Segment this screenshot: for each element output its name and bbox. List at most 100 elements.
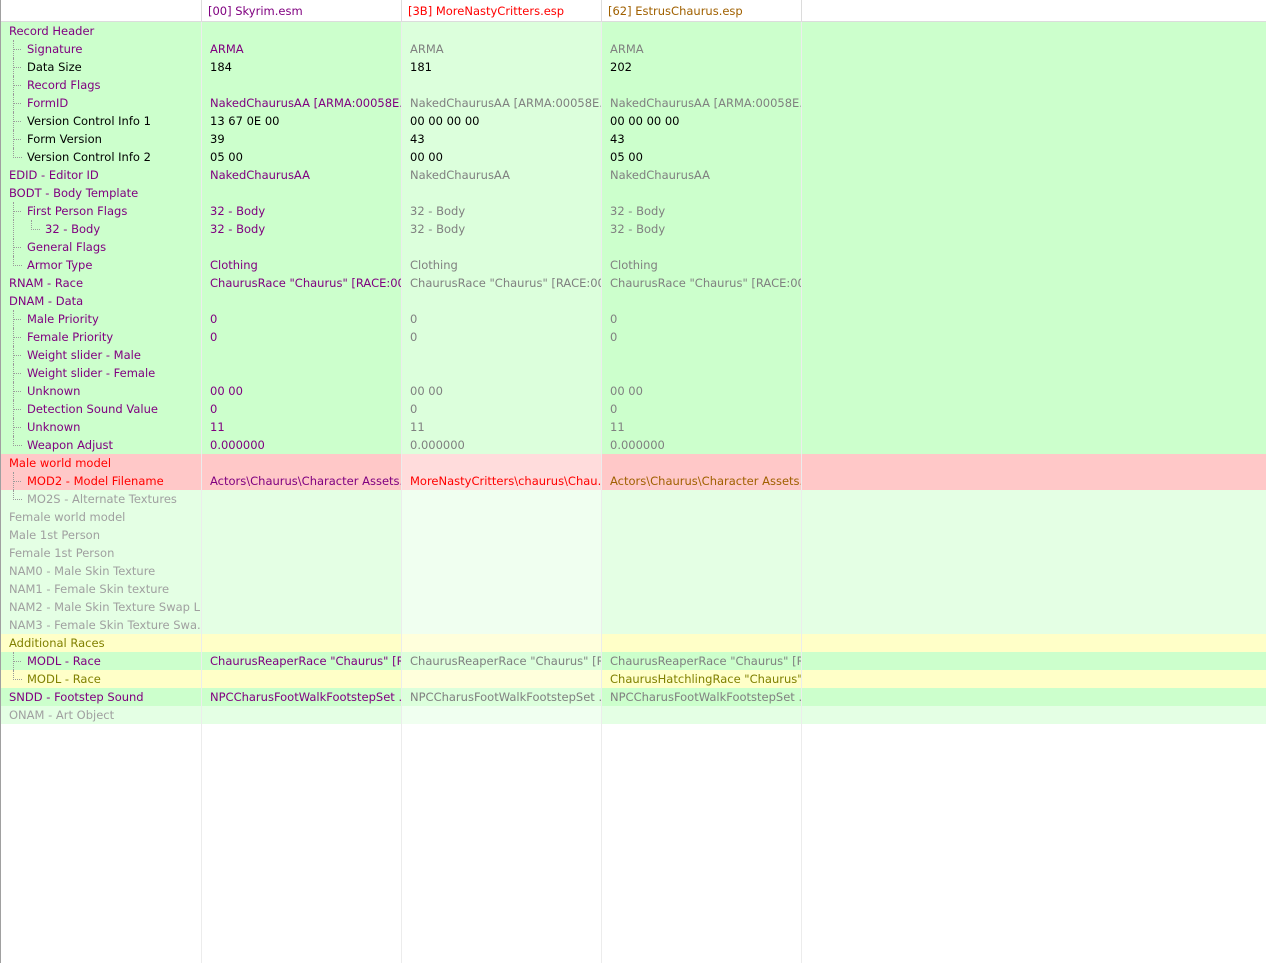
column-header-estruschaurus[interactable]: [62] EstrusChaurus.esp: [602, 0, 802, 22]
row-value[interactable]: [402, 22, 602, 40]
row-value[interactable]: 00 00: [402, 148, 602, 166]
row-value[interactable]: Clothing: [402, 256, 602, 274]
row-value[interactable]: [202, 508, 402, 526]
row-value[interactable]: [602, 490, 802, 508]
row-value[interactable]: Clothing: [202, 256, 402, 274]
row-value[interactable]: [402, 238, 602, 256]
row-value[interactable]: Actors\Chaurus\Character Assets...: [602, 472, 802, 490]
record-row[interactable]: Unknown 00 00 00 00 00 00: [1, 382, 1266, 400]
row-value[interactable]: NakedChaurusAA [ARMA:00058E...: [602, 94, 802, 112]
record-row[interactable]: Female world model: [1, 508, 1266, 526]
row-value[interactable]: [602, 76, 802, 94]
row-value[interactable]: [202, 562, 402, 580]
record-row[interactable]: Female 1st Person: [1, 544, 1266, 562]
row-value[interactable]: [402, 670, 602, 688]
record-row[interactable]: Male 1st Person: [1, 526, 1266, 544]
row-value[interactable]: Actors\Chaurus\Character Assets...: [202, 472, 402, 490]
row-value[interactable]: [202, 292, 402, 310]
row-value[interactable]: NakedChaurusAA: [602, 166, 802, 184]
row-value[interactable]: [602, 22, 802, 40]
record-row[interactable]: NAM3 - Female Skin Texture Swa...: [1, 616, 1266, 634]
record-row[interactable]: Form Version 39 43 43: [1, 130, 1266, 148]
row-value[interactable]: [602, 508, 802, 526]
row-value[interactable]: 32 - Body: [202, 220, 402, 238]
record-row[interactable]: Unknown 11 11 11: [1, 418, 1266, 436]
row-value[interactable]: [202, 238, 402, 256]
row-value[interactable]: [202, 670, 402, 688]
row-value[interactable]: [402, 616, 602, 634]
row-value[interactable]: NPCCharusFootWalkFootstepSet ...: [402, 688, 602, 706]
row-value[interactable]: Clothing: [602, 256, 802, 274]
row-value[interactable]: 05 00: [202, 148, 402, 166]
row-value[interactable]: [402, 562, 602, 580]
row-value[interactable]: [202, 634, 402, 652]
row-value[interactable]: [402, 508, 602, 526]
record-row[interactable]: DNAM - Data: [1, 292, 1266, 310]
row-value[interactable]: 00 00: [602, 382, 802, 400]
row-value[interactable]: [202, 22, 402, 40]
record-row[interactable]: Record Header: [1, 22, 1266, 40]
row-value[interactable]: [202, 364, 402, 382]
row-value[interactable]: [402, 454, 602, 472]
record-row[interactable]: First Person Flags 32 - Body 32 - Body 32 -…: [1, 202, 1266, 220]
record-row[interactable]: BODT - Body Template: [1, 184, 1266, 202]
row-value[interactable]: [602, 526, 802, 544]
record-row[interactable]: ONAM - Art Object: [1, 706, 1266, 724]
row-value[interactable]: [202, 706, 402, 724]
row-value[interactable]: [202, 454, 402, 472]
row-value[interactable]: [602, 454, 802, 472]
record-row[interactable]: NAM2 - Male Skin Texture Swap L...: [1, 598, 1266, 616]
row-value[interactable]: 11: [402, 418, 602, 436]
row-value[interactable]: 0: [602, 310, 802, 328]
row-value[interactable]: [602, 580, 802, 598]
row-value[interactable]: 0.000000: [602, 436, 802, 454]
record-row[interactable]: MO2S - Alternate Textures: [1, 490, 1266, 508]
row-value[interactable]: MoreNastyCritters\chaurus\Chau...: [402, 472, 602, 490]
row-value[interactable]: ChaurusReaperRace "Chaurus" [R...: [402, 652, 602, 670]
record-row[interactable]: MOD2 - Model Filename Actors\Chaurus\Char…: [1, 472, 1266, 490]
row-value[interactable]: 181: [402, 58, 602, 76]
row-value[interactable]: [202, 526, 402, 544]
row-value[interactable]: NakedChaurusAA [ARMA:00058E...: [402, 94, 602, 112]
row-value[interactable]: ChaurusReaperRace "Chaurus" [R...: [202, 652, 402, 670]
row-value[interactable]: ARMA: [402, 40, 602, 58]
row-value[interactable]: 32 - Body: [202, 202, 402, 220]
row-value[interactable]: 00 00: [402, 382, 602, 400]
row-value[interactable]: 0: [402, 328, 602, 346]
row-value[interactable]: [202, 580, 402, 598]
row-value[interactable]: ChaurusRace "Chaurus" [RACE:00...: [602, 274, 802, 292]
row-value[interactable]: 32 - Body: [602, 220, 802, 238]
row-value[interactable]: [602, 598, 802, 616]
row-value[interactable]: [602, 634, 802, 652]
row-value[interactable]: [202, 346, 402, 364]
row-value[interactable]: ARMA: [602, 40, 802, 58]
row-value[interactable]: 00 00 00 00: [402, 112, 602, 130]
row-value[interactable]: NPCCharusFootWalkFootstepSet ...: [202, 688, 402, 706]
row-value[interactable]: NakedChaurusAA: [402, 166, 602, 184]
row-value[interactable]: [602, 184, 802, 202]
row-value[interactable]: [202, 616, 402, 634]
row-value[interactable]: [602, 346, 802, 364]
record-row[interactable]: Weight slider - Male: [1, 346, 1266, 364]
row-value[interactable]: [602, 238, 802, 256]
row-value[interactable]: 39: [202, 130, 402, 148]
row-value[interactable]: [402, 706, 602, 724]
record-row[interactable]: Female Priority 0 0 0: [1, 328, 1266, 346]
row-value[interactable]: [402, 364, 602, 382]
row-value[interactable]: 0: [202, 400, 402, 418]
row-value[interactable]: 32 - Body: [402, 220, 602, 238]
record-row[interactable]: SNDD - Footstep Sound NPCCharusFootWalkFo…: [1, 688, 1266, 706]
row-value[interactable]: 13 67 0E 00: [202, 112, 402, 130]
record-row[interactable]: Data Size 184 181 202: [1, 58, 1266, 76]
row-value[interactable]: 00 00: [202, 382, 402, 400]
record-row[interactable]: Signature ARMA ARMA ARMA: [1, 40, 1266, 58]
row-value[interactable]: [402, 292, 602, 310]
column-header-skyrim[interactable]: [00] Skyrim.esm: [202, 0, 402, 22]
row-value[interactable]: [402, 598, 602, 616]
row-value[interactable]: 184: [202, 58, 402, 76]
row-value[interactable]: 00 00 00 00: [602, 112, 802, 130]
row-value[interactable]: 11: [202, 418, 402, 436]
row-value[interactable]: [402, 76, 602, 94]
row-value[interactable]: [402, 490, 602, 508]
row-value[interactable]: 0: [402, 400, 602, 418]
